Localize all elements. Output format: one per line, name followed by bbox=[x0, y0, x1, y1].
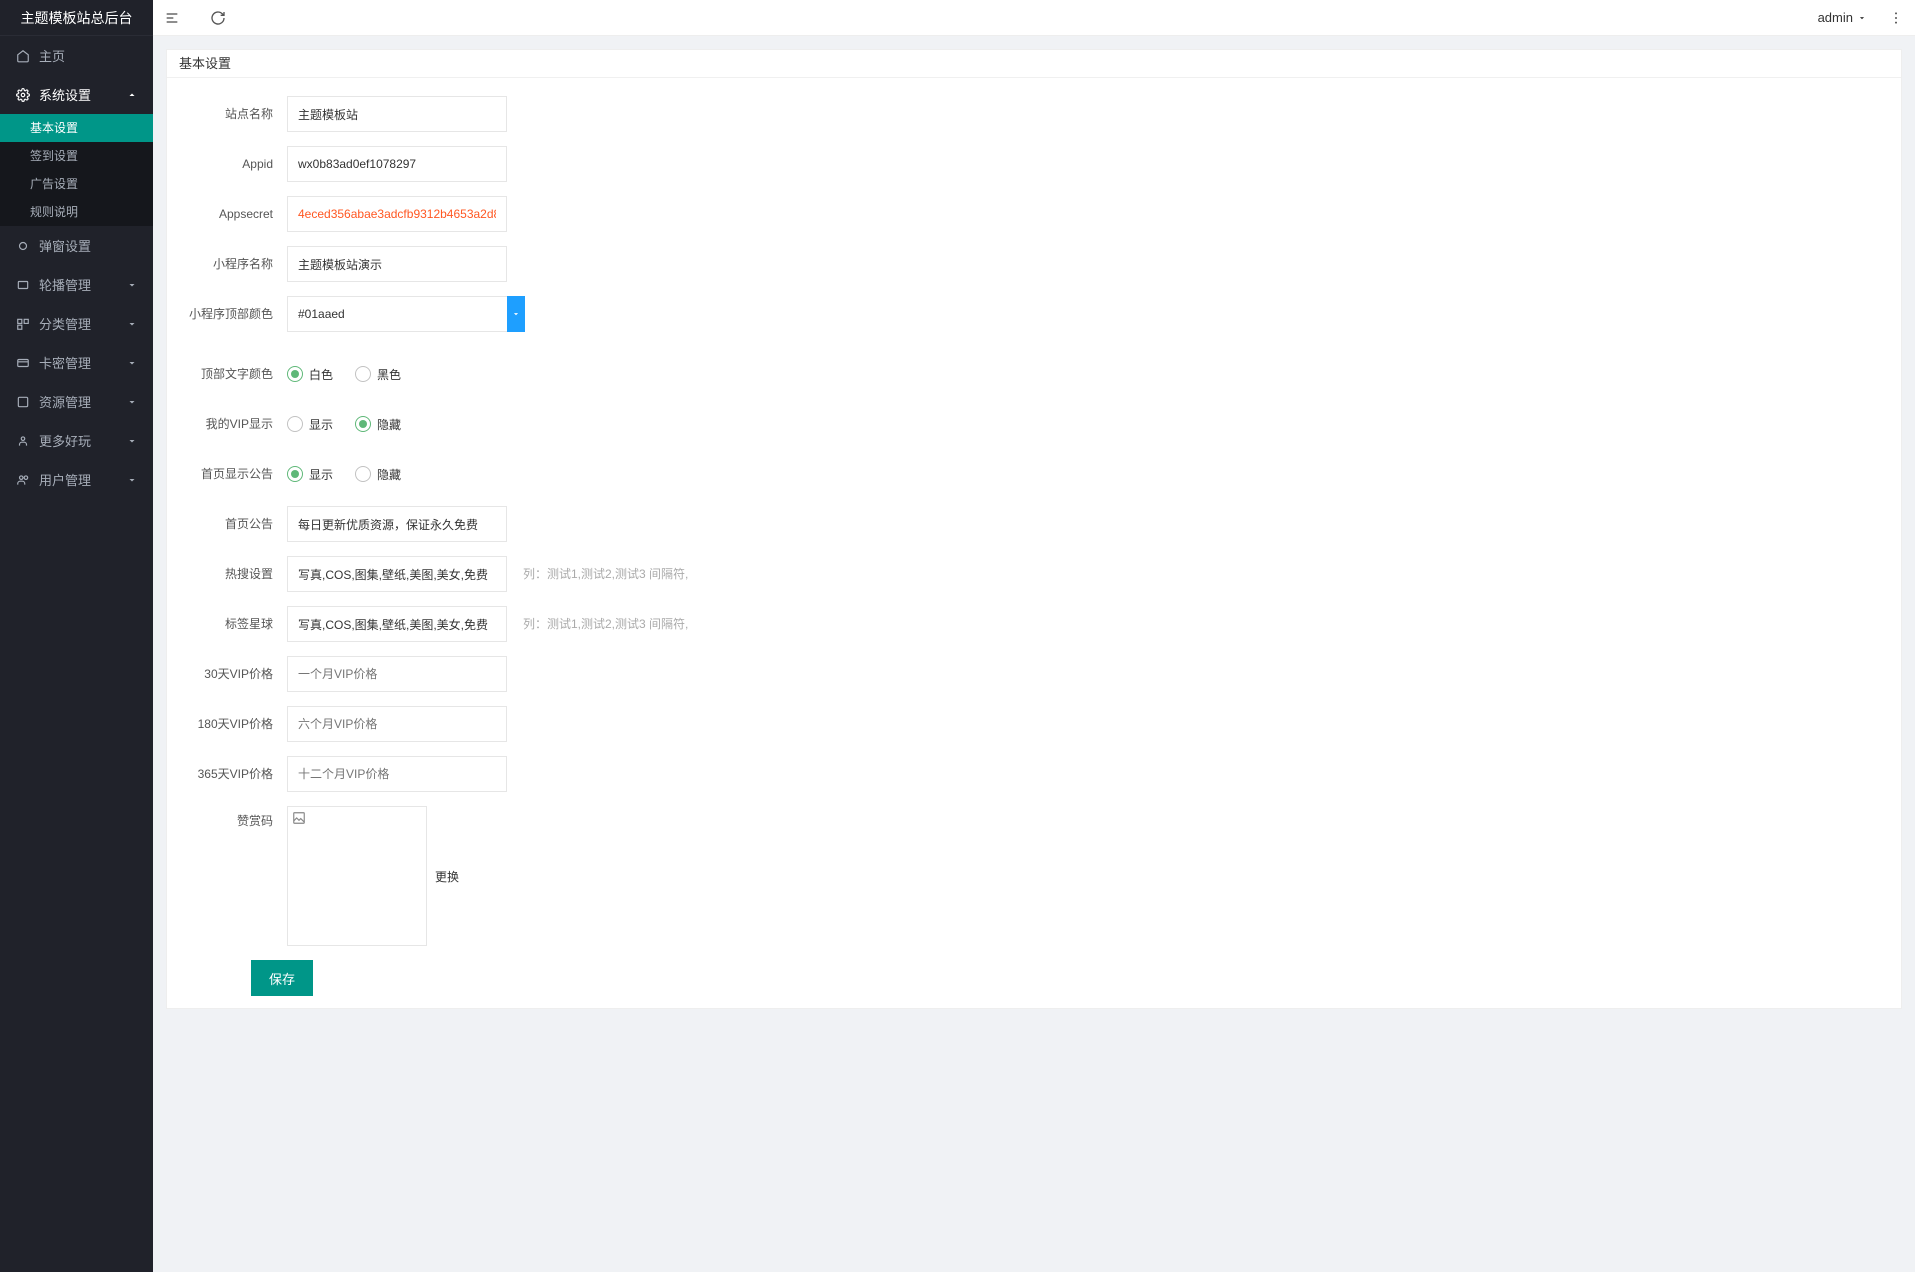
resource-icon bbox=[15, 394, 31, 410]
vip180-input[interactable] bbox=[287, 706, 507, 742]
broken-image-icon bbox=[292, 811, 306, 825]
dot-icon bbox=[15, 238, 31, 254]
main-content: 基本设置 站点名称 Appid Appsecret 小程序名称 bbox=[153, 0, 1915, 1272]
vip-show-show-radio[interactable]: 显示 bbox=[287, 416, 333, 433]
save-button[interactable]: 保存 bbox=[251, 960, 313, 996]
chevron-down-icon bbox=[126, 357, 138, 369]
topbar-right: admin bbox=[1818, 9, 1905, 27]
appsecret-label: Appsecret bbox=[179, 196, 287, 232]
home-notice-hide-radio[interactable]: 隐藏 bbox=[355, 466, 401, 483]
submenu-item-basic[interactable]: 基本设置 bbox=[0, 114, 153, 142]
settings-panel: 基本设置 站点名称 Appid Appsecret 小程序名称 bbox=[166, 49, 1902, 1009]
chevron-down-icon bbox=[1857, 13, 1867, 23]
sidebar-item-label: 分类管理 bbox=[39, 314, 126, 333]
user-name: admin bbox=[1818, 10, 1853, 25]
sidebar-item-system[interactable]: 系统设置 bbox=[0, 75, 153, 114]
submenu-system: 基本设置 签到设置 广告设置 规则说明 bbox=[0, 114, 153, 226]
more-icon bbox=[15, 433, 31, 449]
chevron-down-icon bbox=[126, 474, 138, 486]
sidebar-item-users[interactable]: 用户管理 bbox=[0, 460, 153, 499]
sidebar-item-label: 轮播管理 bbox=[39, 275, 126, 294]
home-icon bbox=[15, 48, 31, 64]
vip365-label: 365天VIP价格 bbox=[179, 756, 287, 792]
user-menu-button[interactable]: admin bbox=[1818, 10, 1867, 25]
topbar-left bbox=[163, 9, 227, 27]
submenu-item-rules[interactable]: 规则说明 bbox=[0, 198, 153, 226]
sidebar-item-carousel[interactable]: 轮播管理 bbox=[0, 265, 153, 304]
top-color-label: 小程序顶部颜色 bbox=[179, 296, 287, 332]
tag-planet-hint: 列：测试1,测试2,测试3 间隔符, bbox=[523, 606, 688, 642]
refresh-icon[interactable] bbox=[209, 9, 227, 27]
vip30-input[interactable] bbox=[287, 656, 507, 692]
card-icon bbox=[15, 355, 31, 371]
sidebar-item-label: 系统设置 bbox=[39, 85, 126, 104]
chevron-down-icon bbox=[126, 318, 138, 330]
radio-indicator bbox=[287, 366, 303, 382]
hot-search-label: 热搜设置 bbox=[179, 556, 287, 592]
home-notice-label: 首页公告 bbox=[179, 506, 287, 542]
user-icon bbox=[15, 472, 31, 488]
appsecret-input[interactable] bbox=[287, 196, 507, 232]
vip-show-label: 我的VIP显示 bbox=[179, 406, 287, 442]
vip180-label: 180天VIP价格 bbox=[179, 706, 287, 742]
site-name-input[interactable] bbox=[287, 96, 507, 132]
color-picker-button[interactable] bbox=[507, 296, 525, 332]
change-qr-link[interactable]: 更换 bbox=[435, 868, 459, 885]
panel-title: 基本设置 bbox=[167, 50, 1901, 78]
sidebar-item-label: 资源管理 bbox=[39, 392, 126, 411]
sidebar-item-category[interactable]: 分类管理 bbox=[0, 304, 153, 343]
reward-qr-label: 赞赏码 bbox=[179, 806, 287, 829]
text-color-white-radio[interactable]: 白色 bbox=[287, 366, 333, 383]
sidebar-item-label: 弹窗设置 bbox=[39, 236, 138, 255]
sidebar-item-label: 主页 bbox=[39, 46, 138, 65]
reward-qr-image[interactable] bbox=[287, 806, 427, 946]
radio-indicator bbox=[355, 366, 371, 382]
vip30-label: 30天VIP价格 bbox=[179, 656, 287, 692]
sidebar-item-more[interactable]: 更多好玩 bbox=[0, 421, 153, 460]
submenu-item-checkin[interactable]: 签到设置 bbox=[0, 142, 153, 170]
home-notice-show-radio[interactable]: 显示 bbox=[287, 466, 333, 483]
radio-indicator bbox=[355, 416, 371, 432]
radio-indicator bbox=[287, 466, 303, 482]
home-notice-show-label: 首页显示公告 bbox=[179, 456, 287, 492]
sidebar: 主题模板站总后台 主页 系统设置 基本设置 签到设置 广告设置 规则说明 bbox=[0, 0, 153, 1272]
radio-indicator bbox=[355, 466, 371, 482]
more-vertical-icon[interactable] bbox=[1887, 9, 1905, 27]
chevron-up-icon bbox=[126, 89, 138, 101]
mini-name-input[interactable] bbox=[287, 246, 507, 282]
site-name-label: 站点名称 bbox=[179, 96, 287, 132]
category-icon bbox=[15, 316, 31, 332]
appid-input[interactable] bbox=[287, 146, 507, 182]
submenu-item-ads[interactable]: 广告设置 bbox=[0, 170, 153, 198]
text-color-label: 顶部文字颜色 bbox=[179, 356, 287, 392]
appid-label: Appid bbox=[179, 146, 287, 182]
tag-planet-label: 标签星球 bbox=[179, 606, 287, 642]
sidebar-item-label: 卡密管理 bbox=[39, 353, 126, 372]
tag-planet-input[interactable] bbox=[287, 606, 507, 642]
sidebar-item-card[interactable]: 卡密管理 bbox=[0, 343, 153, 382]
top-color-input[interactable] bbox=[287, 296, 507, 332]
home-notice-input[interactable] bbox=[287, 506, 507, 542]
sidebar-item-resource[interactable]: 资源管理 bbox=[0, 382, 153, 421]
menu-toggle-icon[interactable] bbox=[163, 9, 181, 27]
chevron-down-icon bbox=[126, 396, 138, 408]
app-title: 主题模板站总后台 bbox=[0, 0, 153, 36]
vip-show-hide-radio[interactable]: 隐藏 bbox=[355, 416, 401, 433]
chevron-down-icon bbox=[126, 279, 138, 291]
chevron-down-icon bbox=[126, 435, 138, 447]
sidebar-item-popup[interactable]: 弹窗设置 bbox=[0, 226, 153, 265]
sidebar-item-label: 用户管理 bbox=[39, 470, 126, 489]
topbar: admin bbox=[153, 0, 1915, 36]
main-menu: 主页 系统设置 基本设置 签到设置 广告设置 规则说明 弹窗设置 bbox=[0, 36, 153, 499]
gear-icon bbox=[15, 87, 31, 103]
mini-name-label: 小程序名称 bbox=[179, 246, 287, 282]
radio-indicator bbox=[287, 416, 303, 432]
hot-search-input[interactable] bbox=[287, 556, 507, 592]
hot-search-hint: 列：测试1,测试2,测试3 间隔符, bbox=[523, 556, 688, 592]
carousel-icon bbox=[15, 277, 31, 293]
text-color-black-radio[interactable]: 黑色 bbox=[355, 366, 401, 383]
vip365-input[interactable] bbox=[287, 756, 507, 792]
sidebar-item-label: 更多好玩 bbox=[39, 431, 126, 450]
sidebar-item-home[interactable]: 主页 bbox=[0, 36, 153, 75]
